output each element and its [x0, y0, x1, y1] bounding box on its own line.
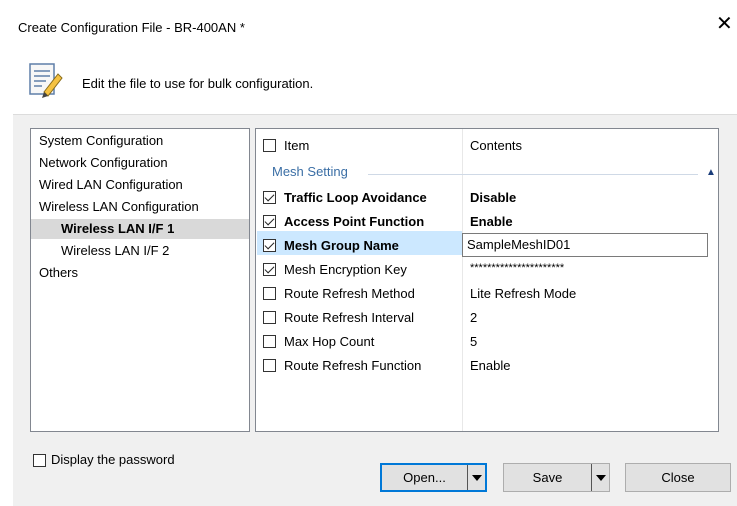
row-item-label: Route Refresh Method [284, 286, 415, 301]
row-item-label: Route Refresh Interval [284, 310, 415, 325]
collapse-icon[interactable]: ▲ [706, 167, 716, 179]
row-value[interactable]: 5 [470, 333, 477, 351]
tree-item-wireless-lan-if-2[interactable]: Wireless LAN I/F 2 [61, 241, 169, 261]
mesh-group-name-input[interactable]: SampleMeshID01 [462, 233, 708, 257]
row-checkbox[interactable] [263, 311, 276, 324]
row-item-label: Access Point Function [284, 214, 425, 229]
window-title: Create Configuration File - BR-400AN * [18, 20, 245, 35]
column-header-contents: Contents [470, 138, 523, 153]
row-checkbox[interactable] [263, 335, 276, 348]
settings-tree[interactable]: System Configuration Network Configurati… [30, 128, 250, 432]
open-button-label: Open... [403, 470, 446, 485]
save-dropdown-arrow[interactable] [591, 464, 609, 491]
tree-item-wired-lan-configuration[interactable]: Wired LAN Configuration [39, 175, 183, 195]
row-value[interactable]: Enable [470, 213, 513, 231]
row-value[interactable]: Disable [470, 189, 516, 207]
save-button[interactable]: Save [503, 463, 610, 492]
tree-item-system-configuration[interactable]: System Configuration [39, 131, 163, 151]
save-button-label: Save [532, 470, 563, 485]
close-button-label: Close [661, 470, 695, 485]
close-icon[interactable]: ✕ [716, 14, 733, 34]
edit-document-icon [29, 63, 63, 98]
row-value[interactable]: ********************** [470, 259, 564, 277]
row-checkbox[interactable] [263, 191, 276, 204]
row-item-label: Route Refresh Function [284, 358, 422, 373]
row-item-label: Traffic Loop Avoidance [284, 190, 427, 205]
dropdown-arrow-icon [595, 474, 606, 481]
display-password-label[interactable]: Display the password [51, 452, 175, 467]
row-checkbox[interactable] [263, 263, 276, 276]
select-all-checkbox[interactable] [263, 139, 276, 152]
row-item-label: Mesh Group Name [284, 238, 399, 253]
open-button[interactable]: Open... [380, 463, 487, 492]
tree-item-network-configuration[interactable]: Network Configuration [39, 153, 168, 173]
group-label: Mesh Setting [272, 164, 348, 179]
tree-item-wireless-lan-if-1[interactable]: Wireless LAN I/F 1 [31, 219, 249, 239]
group-divider [368, 174, 698, 175]
row-value[interactable]: Lite Refresh Mode [470, 285, 576, 303]
tree-item-wireless-lan-configuration[interactable]: Wireless LAN Configuration [39, 197, 199, 217]
display-password-checkbox[interactable] [33, 454, 46, 467]
row-value[interactable]: Enable [470, 357, 510, 375]
header-description: Edit the file to use for bulk configurat… [82, 76, 314, 91]
row-checkbox[interactable] [263, 215, 276, 228]
row-item-label: Mesh Encryption Key [284, 262, 407, 277]
row-value[interactable]: 2 [470, 309, 477, 327]
column-header-item: Item [284, 138, 310, 153]
row-checkbox[interactable] [263, 239, 276, 252]
row-item-label: Max Hop Count [284, 334, 375, 349]
row-checkbox[interactable] [263, 287, 276, 300]
property-grid[interactable]: Item Contents Mesh Setting ▲ Traffic Loo… [255, 128, 719, 432]
row-checkbox[interactable] [263, 359, 276, 372]
dropdown-arrow-icon [471, 474, 482, 481]
open-dropdown-arrow[interactable] [467, 465, 485, 490]
tree-item-others[interactable]: Others [39, 263, 78, 283]
close-button[interactable]: Close [625, 463, 731, 492]
